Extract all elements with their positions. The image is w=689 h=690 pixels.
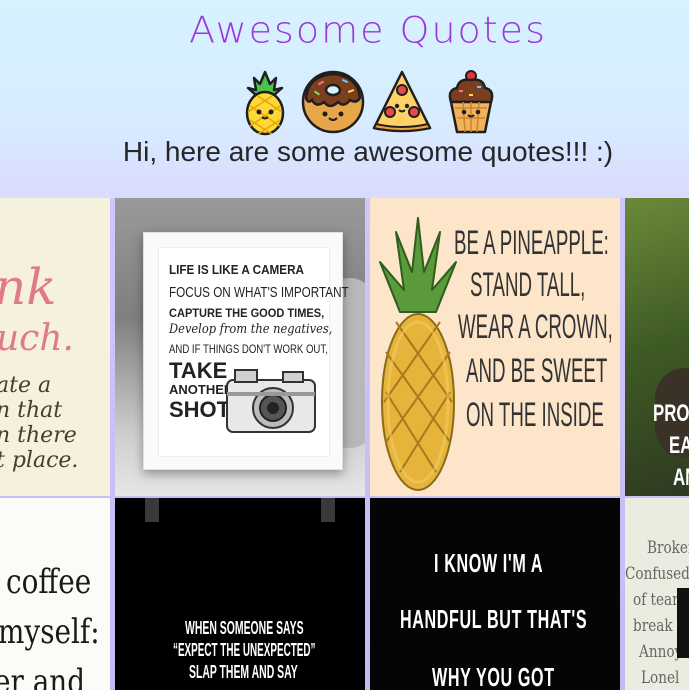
quote-fragment: t place. (0, 448, 79, 473)
quote-fragment: n there (0, 423, 77, 448)
quote-line: WHY YOU GOT (432, 662, 555, 690)
quote-tile-procrastination[interactable]: PRO EAT AN (625, 198, 689, 496)
quote-fragment: AN (673, 464, 689, 491)
camera-icon (226, 369, 316, 433)
quote-line: Develop from the negatives, (169, 322, 333, 337)
quote-line: FOCUS ON WHAT'S IMPORTANT (169, 284, 349, 301)
quote-tile-drink-much[interactable]: nk uch. ate a n that n there t place. (0, 198, 110, 496)
quote-line: AND IF THINGS DON'T WORK OUT, (169, 342, 328, 356)
quote-fragment: EAT (669, 432, 689, 459)
quote-fragment: Broker (647, 538, 689, 558)
pineapple-illustration (379, 217, 457, 491)
quote-line: LIFE IS LIKE A CAMERA (169, 262, 304, 277)
quote-fragment: PRO (653, 400, 689, 427)
quote-fragment: coffee (6, 562, 92, 602)
quote-fragment: myself: (0, 612, 100, 652)
quote-line: CAPTURE THE GOOD TIMES, (169, 306, 325, 320)
quote-fragment: uch. (0, 318, 74, 359)
quote-tile-life-camera[interactable]: LIFE IS LIKE A CAMERA FOCUS ON WHAT'S IM… (115, 198, 365, 496)
quote-line: BE A PINEAPPLE: (454, 224, 609, 262)
quote-tile-broken[interactable]: Broker Confused. of tears, break do Anno… (625, 498, 689, 690)
frame-shadow-right (321, 498, 335, 522)
quote-line: TAKE (169, 358, 228, 383)
quote-line: I KNOW I'M A (434, 548, 544, 578)
quote-fragment: Confused. (625, 564, 689, 584)
quote-line: ON THE INSIDE (466, 396, 604, 434)
dark-letter-shape (677, 588, 689, 658)
donut-icon (301, 70, 365, 134)
quote-fragment: er and (0, 662, 86, 690)
quote-fragment: Lonel (641, 668, 680, 688)
quote-fragment: nk (0, 258, 57, 316)
quote-line: SHOT (169, 397, 231, 422)
food-icons-row (240, 68, 500, 136)
quote-tile-pineapple[interactable]: BE A PINEAPPLE: STAND TALL, WEAR A CROWN… (370, 198, 620, 496)
quote-line: HANDFUL BUT THAT'S (400, 604, 588, 634)
page-subtitle: Hi, here are some awesome quotes!!! :) (122, 136, 614, 167)
quote-fragment: n that (0, 398, 63, 423)
quote-line: WHEN SOMEONE SAYS (185, 618, 304, 638)
quote-tile-handful[interactable]: I KNOW I'M A HANDFUL BUT THAT'S WHY YOU … (370, 498, 620, 690)
page-header: Awesome Quotes Hi, here are some awesome… (0, 0, 689, 198)
quote-line: STAND TALL, (470, 266, 586, 304)
quotes-grid: nk uch. ate a n that n there t place. LI… (0, 198, 689, 690)
quote-fragment: ate a (0, 373, 52, 398)
quote-line: “EXPECT THE UNEXPECTED” (173, 640, 316, 660)
quote-line: WEAR A CROWN, (458, 308, 613, 346)
frame-shadow-left (145, 498, 159, 522)
pizza-slice-icon (372, 70, 432, 133)
quote-line: AND BE SWEET (466, 352, 608, 390)
page-title: Awesome Quotes (189, 9, 547, 51)
quote-line: SLAP THEM AND SAY (189, 662, 298, 682)
cupcake-icon (448, 70, 494, 134)
quote-fragment: Annoy (639, 642, 683, 662)
quote-tile-coffee[interactable]: coffee myself: er and (0, 498, 110, 690)
quote-tile-expect-unexpected[interactable]: WHEN SOMEONE SAYS “EXPECT THE UNEXPECTED… (115, 498, 365, 690)
pineapple-icon (245, 70, 285, 136)
